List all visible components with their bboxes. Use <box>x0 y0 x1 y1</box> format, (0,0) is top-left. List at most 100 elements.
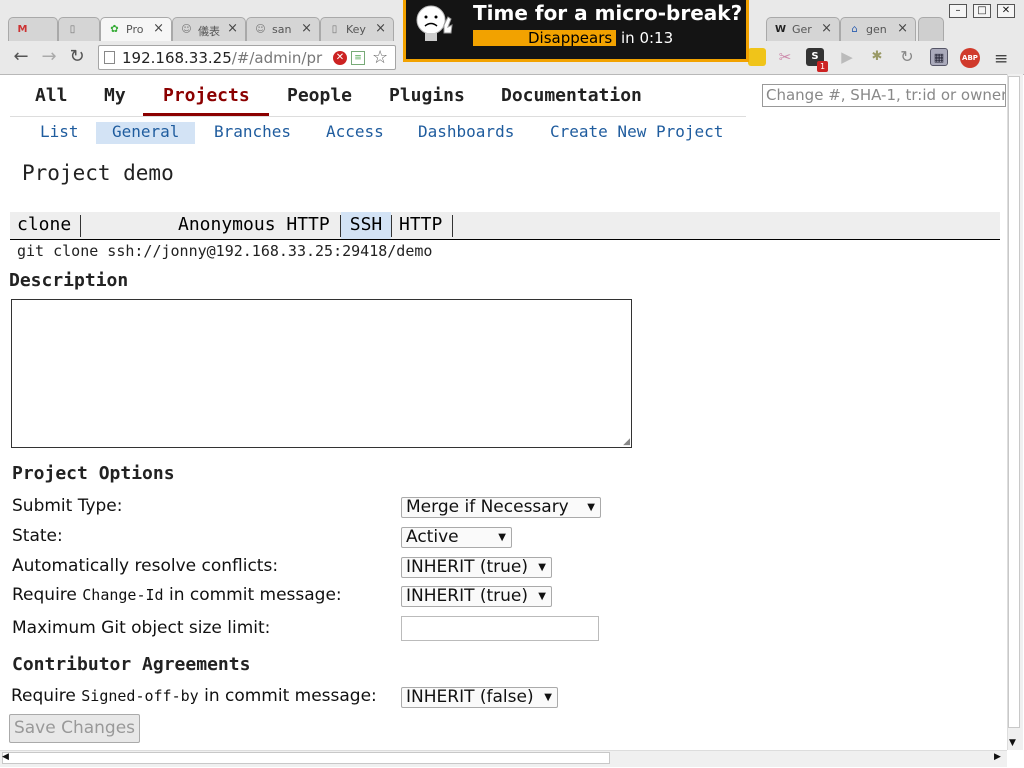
scissors-icon[interactable]: ✂ <box>776 48 794 66</box>
minimize-icon[interactable]: – <box>949 4 967 18</box>
require-change-id-select[interactable]: INHERIT (true) ▼ <box>401 586 552 607</box>
description-textarea[interactable]: ◢ <box>11 299 632 448</box>
scroll-down-icon[interactable]: ▼ <box>1009 738 1016 748</box>
dropdown-arrow-icon: ▼ <box>498 532 506 543</box>
menu-icon[interactable]: ≡ <box>994 49 1008 69</box>
clone-anonymous-http[interactable]: Anonymous HTTP <box>178 212 330 239</box>
notification-badge: 1 <box>817 61 828 72</box>
tab-gmail[interactable]: M <box>8 17 58 41</box>
nav-people[interactable]: People <box>287 85 352 106</box>
clone-http[interactable]: HTTP <box>399 212 442 239</box>
tab-san[interactable]: ☺ san × <box>246 17 320 41</box>
countdown-text: in 0:13 <box>621 29 674 47</box>
require-signed-off-select[interactable]: INHERIT (false) ▼ <box>401 687 558 708</box>
reload-icon[interactable]: ↻ <box>66 46 88 68</box>
nav-plugins[interactable]: Plugins <box>389 85 465 106</box>
tab-title: 儀表 <box>198 25 220 38</box>
page-action-icon[interactable]: ≡ <box>351 51 365 65</box>
gerrit-icon: ✿ <box>110 24 119 35</box>
tab-title: Pro <box>126 23 144 36</box>
max-object-size-input[interactable] <box>401 616 599 641</box>
nav-projects[interactable]: Projects <box>163 85 250 106</box>
sub-nav: List General Branches Access Dashboards … <box>0 122 760 144</box>
change-id-code: Change-Id <box>82 586 164 604</box>
subnav-dashboards[interactable]: Dashboards <box>418 122 514 144</box>
tab-projects[interactable]: ✿ Pro × <box>100 17 172 41</box>
avatar-icon: ☺ <box>181 24 192 35</box>
submit-type-label: Submit Type: <box>12 496 123 516</box>
change-id-value: INHERIT (true) <box>406 586 529 606</box>
auto-resolve-select[interactable]: INHERIT (true) ▼ <box>401 557 552 578</box>
page-icon: ▯ <box>331 24 338 35</box>
divider <box>452 215 453 237</box>
commit-message-text: in commit message: <box>168 585 342 605</box>
subnav-branches[interactable]: Branches <box>214 122 291 144</box>
search-input[interactable]: Change #, SHA-1, tr:id or owner:e <box>762 84 1006 107</box>
home-icon: ⌂ <box>851 24 858 35</box>
dropdown-arrow-icon: ▼ <box>587 502 595 513</box>
state-select[interactable]: Active ▼ <box>401 527 512 548</box>
disappears-label: Disappears <box>528 29 613 47</box>
address-bar[interactable]: 192.168.33.25/#/admin/pr ✕ ≡ ☆ <box>98 45 396 70</box>
url-host: 192.168.33.25 <box>122 49 232 67</box>
clone-command[interactable]: git clone ssh://jonny@192.168.33.25:2941… <box>17 242 432 260</box>
save-changes-button[interactable]: Save Changes <box>9 714 140 743</box>
lightbulb-icon <box>416 5 453 41</box>
gmail-icon: M <box>17 24 28 35</box>
qr-code-icon[interactable]: ▦ <box>930 48 948 66</box>
tab-title: Key <box>346 23 366 36</box>
maximize-icon[interactable]: □ <box>973 4 991 18</box>
adblock-icon[interactable]: ABP <box>960 48 980 68</box>
project-options-heading: Project Options <box>12 463 175 484</box>
blocked-icon[interactable]: ✕ <box>333 51 347 65</box>
tab-wikipedia[interactable]: W Ger × <box>766 17 840 41</box>
tab-blank[interactable]: ▯ <box>58 17 100 41</box>
dropdown-arrow-icon: ▼ <box>544 692 552 703</box>
clone-ssh[interactable]: SSH <box>341 212 391 239</box>
divider <box>391 215 392 237</box>
tab-title: san <box>272 23 292 36</box>
state-value: Active <box>406 527 459 547</box>
subnav-create-new-project[interactable]: Create New Project <box>550 122 723 144</box>
url-path: /#/admin/pr <box>231 49 323 67</box>
nav-my[interactable]: My <box>104 85 126 106</box>
tab-dashboard[interactable]: ☺ 儀表 × <box>172 17 246 41</box>
resize-handle-icon[interactable]: ◢ <box>623 437 630 447</box>
close-icon[interactable]: × <box>227 21 238 36</box>
puzzle-icon[interactable]: ✱ <box>868 48 886 66</box>
subnav-general[interactable]: General <box>96 122 196 144</box>
contributor-agreements-heading: Contributor Agreements <box>12 654 251 675</box>
subnav-list[interactable]: List <box>40 122 79 144</box>
back-icon[interactable]: ← <box>10 46 32 68</box>
window-close-icon[interactable]: ✕ <box>997 4 1015 18</box>
forward-icon[interactable]: → <box>38 46 60 68</box>
horizontal-scroll-thumb[interactable] <box>2 752 610 764</box>
scroll-right-icon[interactable]: ▶ <box>994 752 1001 762</box>
close-icon[interactable]: × <box>375 21 386 36</box>
submit-type-select[interactable]: Merge if Necessary ▼ <box>401 497 601 518</box>
close-icon[interactable]: × <box>153 21 164 36</box>
bookmark-star-icon[interactable]: ☆ <box>372 47 388 68</box>
tab-key[interactable]: ▯ Key × <box>320 17 394 41</box>
close-icon[interactable]: × <box>301 21 312 36</box>
page-info-icon <box>104 51 115 64</box>
new-tab-button[interactable] <box>918 17 944 41</box>
close-icon[interactable]: × <box>897 21 908 36</box>
close-icon[interactable]: × <box>821 21 832 36</box>
require-text: Require <box>12 585 77 605</box>
description-heading: Description <box>9 270 129 291</box>
submit-type-value: Merge if Necessary <box>406 497 569 517</box>
nav-documentation[interactable]: Documentation <box>501 85 642 106</box>
extension-icon[interactable] <box>748 48 766 66</box>
tab-gerrit-home[interactable]: ⌂ gen × <box>840 17 916 41</box>
subnav-access[interactable]: Access <box>326 122 384 144</box>
sync-icon[interactable]: ↻ <box>898 48 916 66</box>
scroll-left-icon[interactable]: ◀ <box>2 752 9 762</box>
auto-resolve-label: Automatically resolve conflicts: <box>12 556 279 576</box>
commit-message-text: in commit message: <box>204 686 377 706</box>
require-change-id-label: Require Change-Id in commit message: <box>12 585 342 605</box>
dropdown-arrow-icon: ▼ <box>538 562 546 573</box>
play-icon[interactable]: ▶ <box>838 48 856 66</box>
vertical-scroll-thumb[interactable] <box>1008 76 1020 728</box>
nav-all[interactable]: All <box>35 85 68 106</box>
